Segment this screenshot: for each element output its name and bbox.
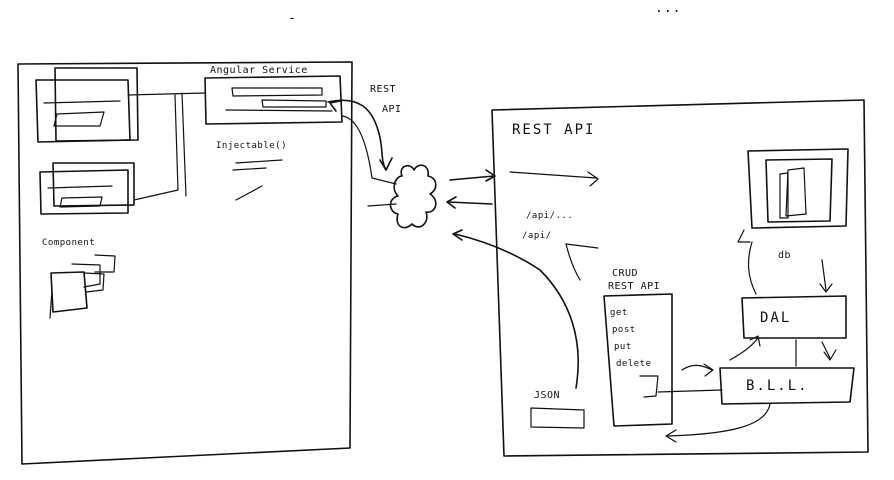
component-connector-1 [133, 94, 179, 201]
db-label: db [778, 250, 791, 261]
service-scribble-3 [235, 185, 263, 201]
db-to-dal-arrow [821, 259, 827, 291]
service-scribble-1 [235, 159, 283, 164]
top-right-ellipsis: ... [655, 1, 681, 16]
dal-to-db-line [747, 241, 757, 295]
backend-title: REST API [512, 122, 595, 138]
dal-to-db-arrowhead [737, 229, 751, 243]
rest-label-line1: REST [370, 84, 396, 95]
bll-to-dal-arrow [729, 337, 759, 361]
top-left-mark: - [288, 11, 297, 26]
angular-service-box: Angular Service [204, 65, 343, 125]
crud-method-delete: delete [616, 359, 652, 369]
json-box [530, 407, 585, 429]
rest-label-line2: API [382, 104, 402, 115]
crud-to-bll-line [657, 389, 723, 393]
crud-method-put: put [614, 342, 632, 352]
bll-to-crud-return [667, 403, 771, 437]
component-label: Component [42, 238, 95, 248]
crud-method-get: get [610, 308, 628, 318]
backend-panel: REST API /api/... /api/ JSON CRUD REST A… [452, 99, 869, 457]
component-window-top [35, 67, 139, 143]
bll-label: B.L.L. [746, 378, 809, 394]
crud-method-icon [639, 375, 659, 398]
endpoint-2: /api/ [522, 231, 552, 241]
architecture-sketch: - ... Angular Service Injectable() Compo… [17, 1, 869, 465]
database-box [747, 148, 849, 229]
frontend-to-cloud-line [367, 203, 397, 207]
internet-cloud [389, 164, 437, 229]
dal-box [741, 295, 847, 339]
endpoint-1: /api/... [526, 211, 573, 221]
crud-title-line2: REST API [608, 281, 660, 292]
component-to-service-line [127, 92, 206, 96]
frontend-panel: Angular Service Injectable() Component [17, 61, 353, 465]
injectable-label: Injectable() [216, 141, 287, 151]
backend-internal-arrow [509, 171, 597, 179]
component-window-middle [39, 162, 135, 215]
rest-arrow-head-service [329, 100, 341, 112]
crud-title-line1: CRUD [612, 268, 638, 279]
angular-service-title: Angular Service [210, 65, 308, 76]
rest-arrow-head-cloud [379, 157, 393, 171]
service-scribble-2 [232, 167, 267, 171]
component-stack-icon [49, 254, 116, 319]
crud-connector [565, 243, 581, 281]
backend-to-cloud-arrow [447, 201, 493, 205]
crud-method-post: post [612, 325, 636, 335]
backend-internal-arrowhead [587, 171, 599, 187]
service-to-cloud-line [341, 115, 397, 185]
dal-label: DAL [760, 310, 791, 326]
endpoint-scribble [565, 243, 599, 249]
component-connector-2 [181, 92, 187, 197]
json-return-arrow [454, 233, 579, 389]
json-label: JSON [534, 390, 560, 401]
